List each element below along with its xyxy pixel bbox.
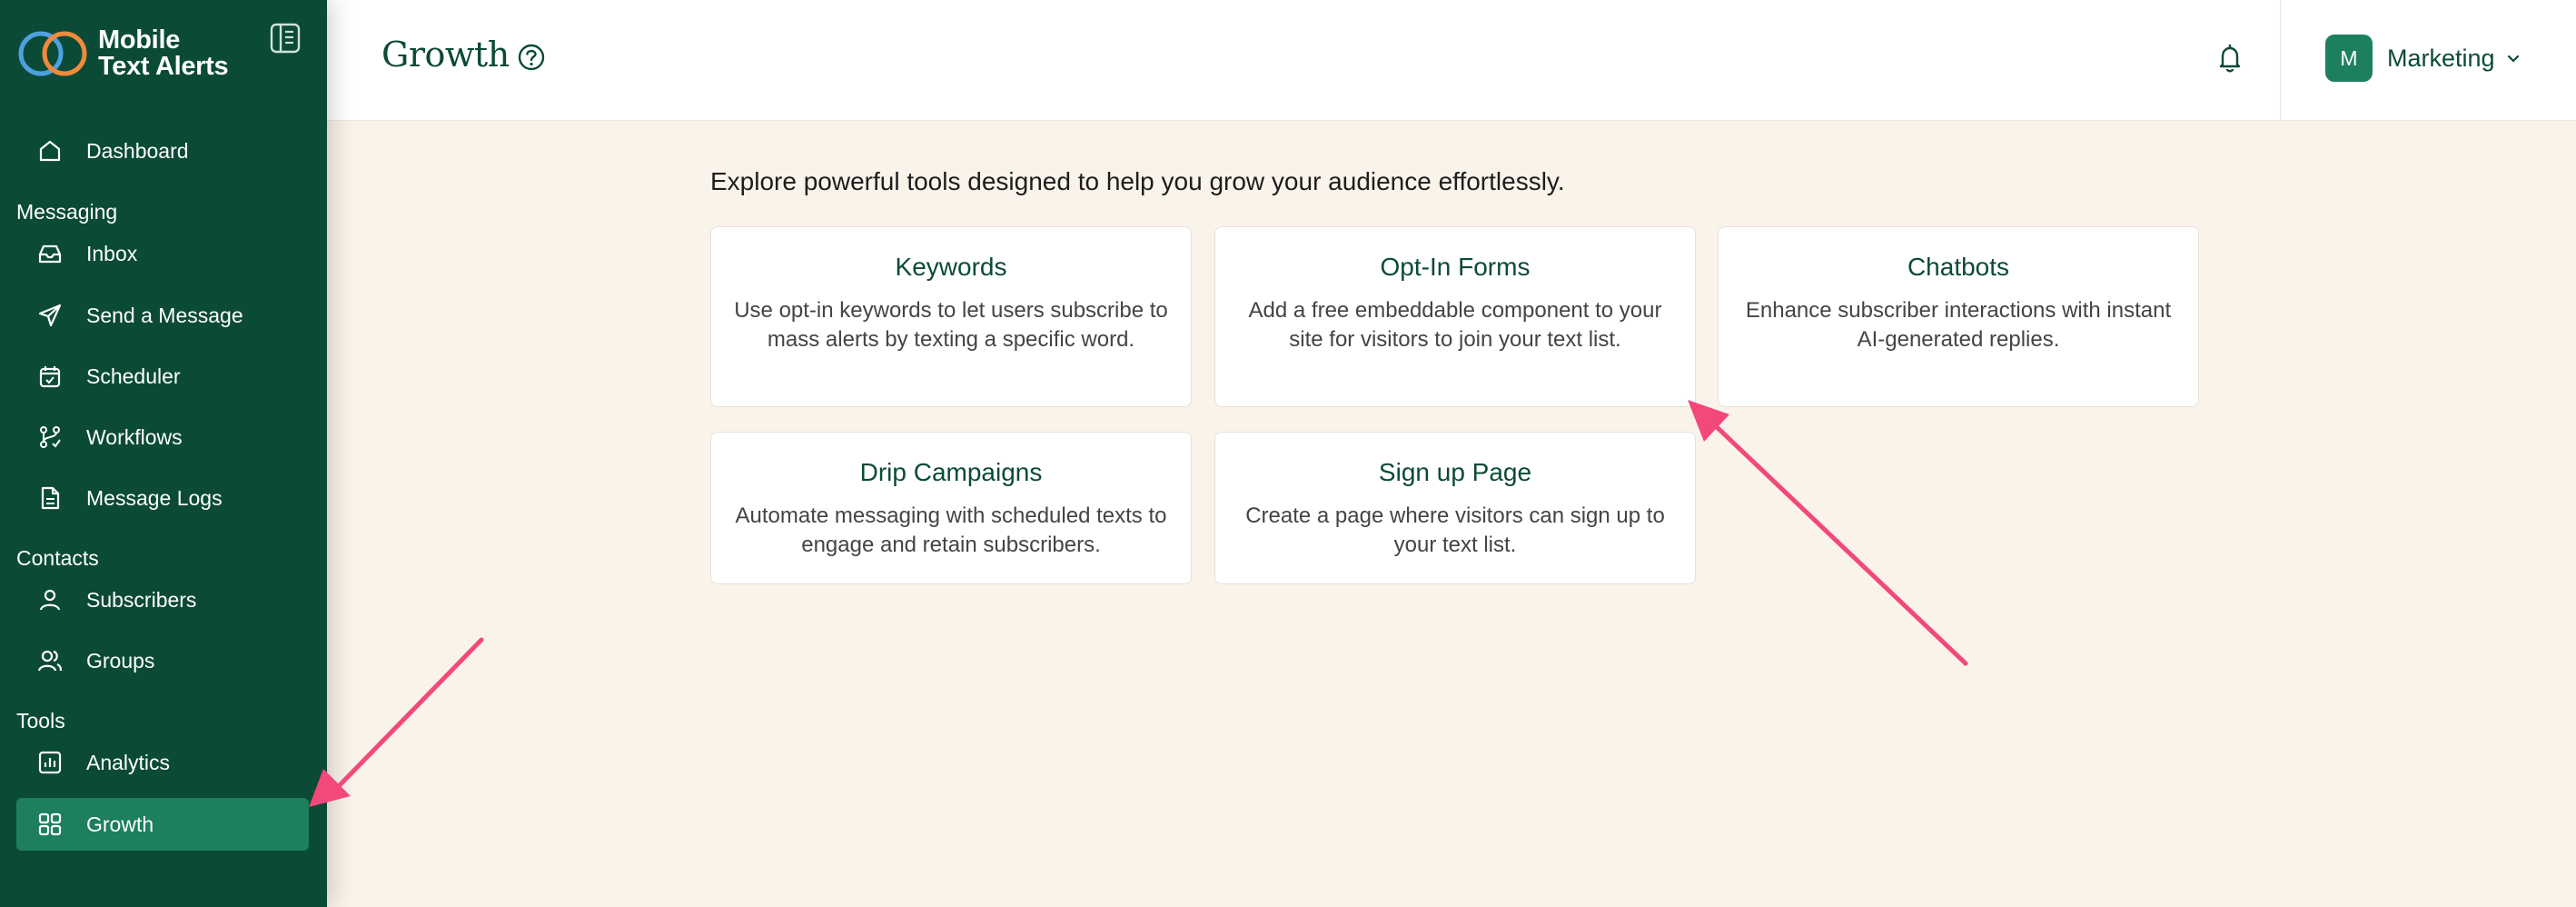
sidebar-item-label: Growth <box>86 812 154 836</box>
section-label-messaging: Messaging <box>16 200 118 224</box>
home-icon <box>35 135 65 166</box>
sidebar-item-send-message[interactable]: Send a Message <box>16 289 309 342</box>
page-title: Growth <box>381 35 510 75</box>
logo-icon <box>18 31 87 76</box>
sidebar-item-message-logs[interactable]: Message Logs <box>16 472 309 524</box>
sidebar-item-label: Dashboard <box>86 138 189 163</box>
intro-text: Explore powerful tools designed to help … <box>710 167 1565 195</box>
avatar: M <box>2325 35 2373 82</box>
sidebar-item-subscribers[interactable]: Subscribers <box>16 573 309 626</box>
card-title: Keywords <box>895 253 1007 281</box>
card-description: Enhance subscriber interactions with ins… <box>1745 298 2172 352</box>
sidebar-item-label: Groups <box>86 648 155 673</box>
user-icon <box>35 584 65 615</box>
card-title: Opt-In Forms <box>1380 253 1531 281</box>
sidebar-item-analytics[interactable]: Analytics <box>16 736 309 789</box>
sidebar-item-label: Scheduler <box>86 364 181 388</box>
brand-name-line1: Mobile <box>98 25 181 55</box>
sidebar-item-growth[interactable]: Growth <box>16 798 309 851</box>
sidebar-item-scheduler[interactable]: Scheduler <box>16 350 309 403</box>
document-icon <box>35 483 65 513</box>
sidebar-item-label: Send a Message <box>86 303 243 327</box>
sidebar-item-workflows[interactable]: Workflows <box>16 411 309 463</box>
notification-bell-icon[interactable] <box>2214 42 2245 75</box>
card-drip-campaigns[interactable]: Drip Campaigns Automate messaging with s… <box>710 432 1192 584</box>
help-icon[interactable] <box>516 42 547 73</box>
calendar-icon <box>35 361 65 392</box>
chart-icon <box>35 747 65 778</box>
card-description: Use opt-in keywords to let users subscri… <box>734 298 1168 352</box>
brand-logo-link[interactable]: Mobile Text Alerts <box>16 25 229 82</box>
brand-name-line2: Text Alerts <box>98 52 229 81</box>
card-title: Chatbots <box>1907 253 2010 281</box>
sidebar-item-label: Subscribers <box>86 587 197 612</box>
card-sign-up-page[interactable]: Sign up Page Create a page where visitor… <box>1214 432 1696 584</box>
card-description: Automate messaging with scheduled texts … <box>735 503 1167 557</box>
inbox-icon <box>35 238 65 269</box>
annotation-arrow-opt-in-forms <box>1688 400 1968 666</box>
card-chatbots[interactable]: Chatbots Enhance subscriber interactions… <box>1718 226 2199 407</box>
annotation-arrow-growth <box>309 637 484 807</box>
sidebar-item-inbox[interactable]: Inbox <box>16 227 309 280</box>
sidebar-item-groups[interactable]: Groups <box>16 634 309 687</box>
card-description: Add a free embeddable component to your … <box>1248 298 1662 352</box>
account-switcher[interactable]: M Marketing <box>2325 35 2522 82</box>
sidebar-item-dashboard[interactable]: Dashboard <box>16 125 309 177</box>
users-icon <box>35 645 65 676</box>
sidebar-item-label: Inbox <box>86 241 138 265</box>
send-icon <box>35 300 65 331</box>
sidebar-item-label: Workflows <box>86 424 183 449</box>
sidebar: Mobile Text Alerts Dashboard Messaging I… <box>0 0 327 907</box>
account-name: Marketing <box>2387 44 2495 72</box>
brand-name: Mobile Text Alerts <box>98 25 229 81</box>
sidebar-item-label: Analytics <box>86 750 171 774</box>
header-divider <box>2280 0 2281 120</box>
card-title: Sign up Page <box>1378 458 1532 486</box>
sidebar-item-label: Message Logs <box>86 485 223 510</box>
card-description: Create a page where visitors can sign up… <box>1245 503 1665 557</box>
collapse-sidebar-icon[interactable] <box>269 22 302 55</box>
card-title: Drip Campaigns <box>859 458 1043 486</box>
grid-icon <box>35 809 65 840</box>
card-keywords[interactable]: Keywords Use opt-in keywords to let user… <box>710 226 1192 407</box>
section-label-contacts: Contacts <box>16 546 99 570</box>
top-header: Growth M Marketing <box>327 0 2576 121</box>
section-label-tools: Tools <box>16 709 65 733</box>
workflow-icon <box>35 422 65 453</box>
chevron-down-icon <box>2507 55 2519 63</box>
card-opt-in-forms[interactable]: Opt-In Forms Add a free embeddable compo… <box>1214 226 1696 407</box>
